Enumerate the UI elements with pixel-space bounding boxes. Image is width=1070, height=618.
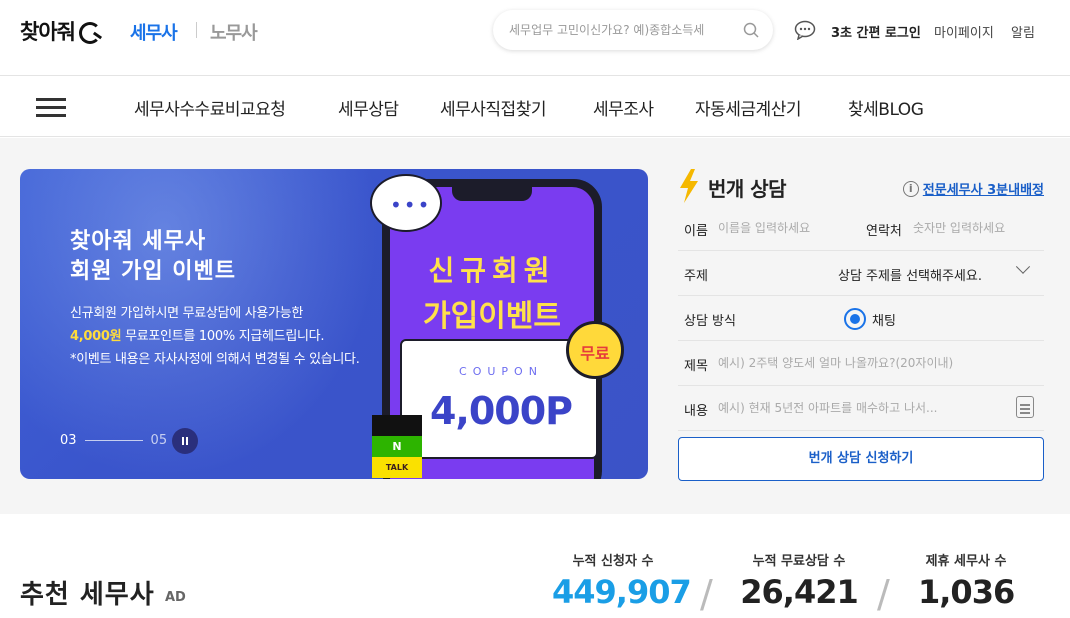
nav-item-tax-calculator[interactable]: 자동세금계산기 [695,95,801,120]
logo[interactable]: 찾아줘 [20,16,105,46]
banner-title: 찾아줘 세무사 회원 가입 이벤트 [70,227,236,287]
magnifier-logo-icon [77,22,105,44]
main-nav: 세무사수수료비교요청 세무상담 세무사직접찾기 세무조사 자동세금계산기 찾세B… [0,76,1070,137]
slide-total: 05 [150,433,168,448]
stat-label: 누적 신청자 수 [572,554,654,569]
pause-button[interactable] [172,428,198,454]
nav-item-find-accountant[interactable]: 세무사직접찾기 [440,95,546,120]
form-row-name-phone: 이름 연락처 [678,206,1044,251]
stat-value: 1,036 [918,573,1015,611]
lightning-icon [680,169,698,203]
stat-value: 449,907 [552,573,692,611]
banner-desc-line1: 신규회원 가입하시면 무료상담에 사용가능한 [70,306,304,321]
app-icons: N TALK [372,415,422,479]
banner-highlight-amount: 4,000원 [70,329,122,344]
consult-title: 번개 상담 [708,177,787,201]
name-input[interactable] [718,218,848,238]
form-row-content: 내용 [678,386,1044,431]
phone-notch [452,187,532,201]
search-box [493,10,773,50]
apple-icon [372,415,422,436]
method-label: 상담 방식 [684,314,736,329]
stat-separator: / [877,572,890,616]
naver-icon: N [372,436,422,457]
search-input[interactable] [509,20,729,40]
stat-value: 26,421 [740,573,858,611]
info-icon: i [902,180,919,197]
logo-text: 찾아줘 [20,20,76,44]
speech-bubble-icon: ••• [370,174,442,232]
stat-partners: 제휴 세무사 수 1,036 [918,550,1015,611]
nav-item-blog[interactable]: 찾세BLOG [848,95,924,120]
search-icon[interactable] [743,22,759,38]
assign-info-label: 전문세무사 3분내배정 [922,183,1044,198]
form-row-subject: 제목 [678,341,1044,386]
banner-title-line2: 회원 가입 이벤트 [70,259,236,284]
phone-headline-1: 신규회원 [428,254,556,287]
topic-select[interactable]: 상담 주제를 선택해주세요. [838,265,982,284]
assign-info-link[interactable]: i 전문세무사 3분내배정 [902,179,1044,198]
content-label: 내용 [684,404,708,419]
phone-input[interactable] [913,218,1043,238]
banner-desc-line2-rest: 무료포인트를 100% 지급헤드립니다. [121,329,325,344]
name-label: 이름 [684,224,708,239]
chat-radio-label[interactable]: 채팅 [872,310,896,329]
form-row-method: 상담 방식 채팅 [678,296,1044,341]
alarm-link[interactable]: 알림 [1011,22,1035,41]
slide-progress-line [84,440,143,441]
stat-free-consults: 누적 무료상담 수 26,421 [740,550,858,611]
bottom-section: 추천 세무사 AD 누적 신청자 수 449,907 / 누적 무료상담 수 2… [0,514,1070,618]
nav-item-consult[interactable]: 세무상담 [338,95,399,120]
submit-consult-button[interactable]: 번개 상담 신청하기 [678,437,1044,481]
ad-badge: AD [165,590,186,605]
topic-label: 주제 [684,269,708,284]
kakao-icon: TALK [372,457,422,478]
chevron-down-icon[interactable] [1015,259,1031,274]
memo-icon[interactable] [1016,396,1034,418]
form-row-topic[interactable]: 주제 상담 주제를 선택해주세요. [678,251,1044,296]
top-header: 찾아줘 세무사 노무사 3초 간편 로그인 마이페이지 알림 [0,0,1070,76]
main-area: 찾아줘 세무사 회원 가입 이벤트 신규회원 가입하시면 무료상담에 사용가능한… [0,138,1070,514]
service-divider [196,22,197,38]
chat-bubble-icon[interactable] [794,20,816,40]
quick-consult-form: 번개 상담 i 전문세무사 3분내배정 이름 연락처 주제 상담 주제를 선택해… [678,169,1044,489]
free-badge-label: 무료 [580,344,610,363]
chat-radio[interactable] [844,308,866,330]
subject-input[interactable] [718,353,1038,373]
service-tab-tax[interactable]: 세무사 [130,19,178,45]
coupon-value: 4,000P [429,389,573,433]
nav-item-tax-audit[interactable]: 세무조사 [593,95,654,120]
menu-icon[interactable] [36,98,66,118]
banner-desc-line3: *이벤트 내용은 자사사정에 의해서 변경될 수 있습니다. [70,352,360,367]
banner-description: 신규회원 가입하시면 무료상담에 사용가능한 4,000원 무료포인트를 100… [70,302,360,371]
recommended-title: 추천 세무사 [20,580,155,610]
phone-label: 연락처 [866,224,902,239]
nav-item-fee-compare[interactable]: 세무사수수료비교요청 [134,95,286,120]
coupon-label: COUPON [459,365,543,378]
free-badge: 무료 [566,321,624,379]
mypage-link[interactable]: 마이페이지 [934,22,994,41]
slide-counter: 03 05 [60,433,167,448]
slide-current: 03 [60,433,77,448]
stat-separator: / [700,572,713,616]
stat-label: 누적 무료상담 수 [752,554,846,569]
stat-label: 제휴 세무사 수 [925,554,1007,569]
stat-applicants: 누적 신청자 수 449,907 [552,550,692,611]
content-input[interactable] [718,398,998,418]
phone-headline-2: 가입이벤트 [423,299,561,334]
service-tab-labor[interactable]: 노무사 [210,19,258,45]
quick-login-link[interactable]: 3초 간편 로그인 [831,22,921,41]
banner-desc-line2: 4,000원 무료포인트를 100% 지급헤드립니다. [70,325,360,348]
subject-label: 제목 [684,359,708,374]
banner-title-line1: 찾아줘 세무사 [70,229,207,254]
event-banner[interactable]: 찾아줘 세무사 회원 가입 이벤트 신규회원 가입하시면 무료상담에 사용가능한… [20,169,648,479]
